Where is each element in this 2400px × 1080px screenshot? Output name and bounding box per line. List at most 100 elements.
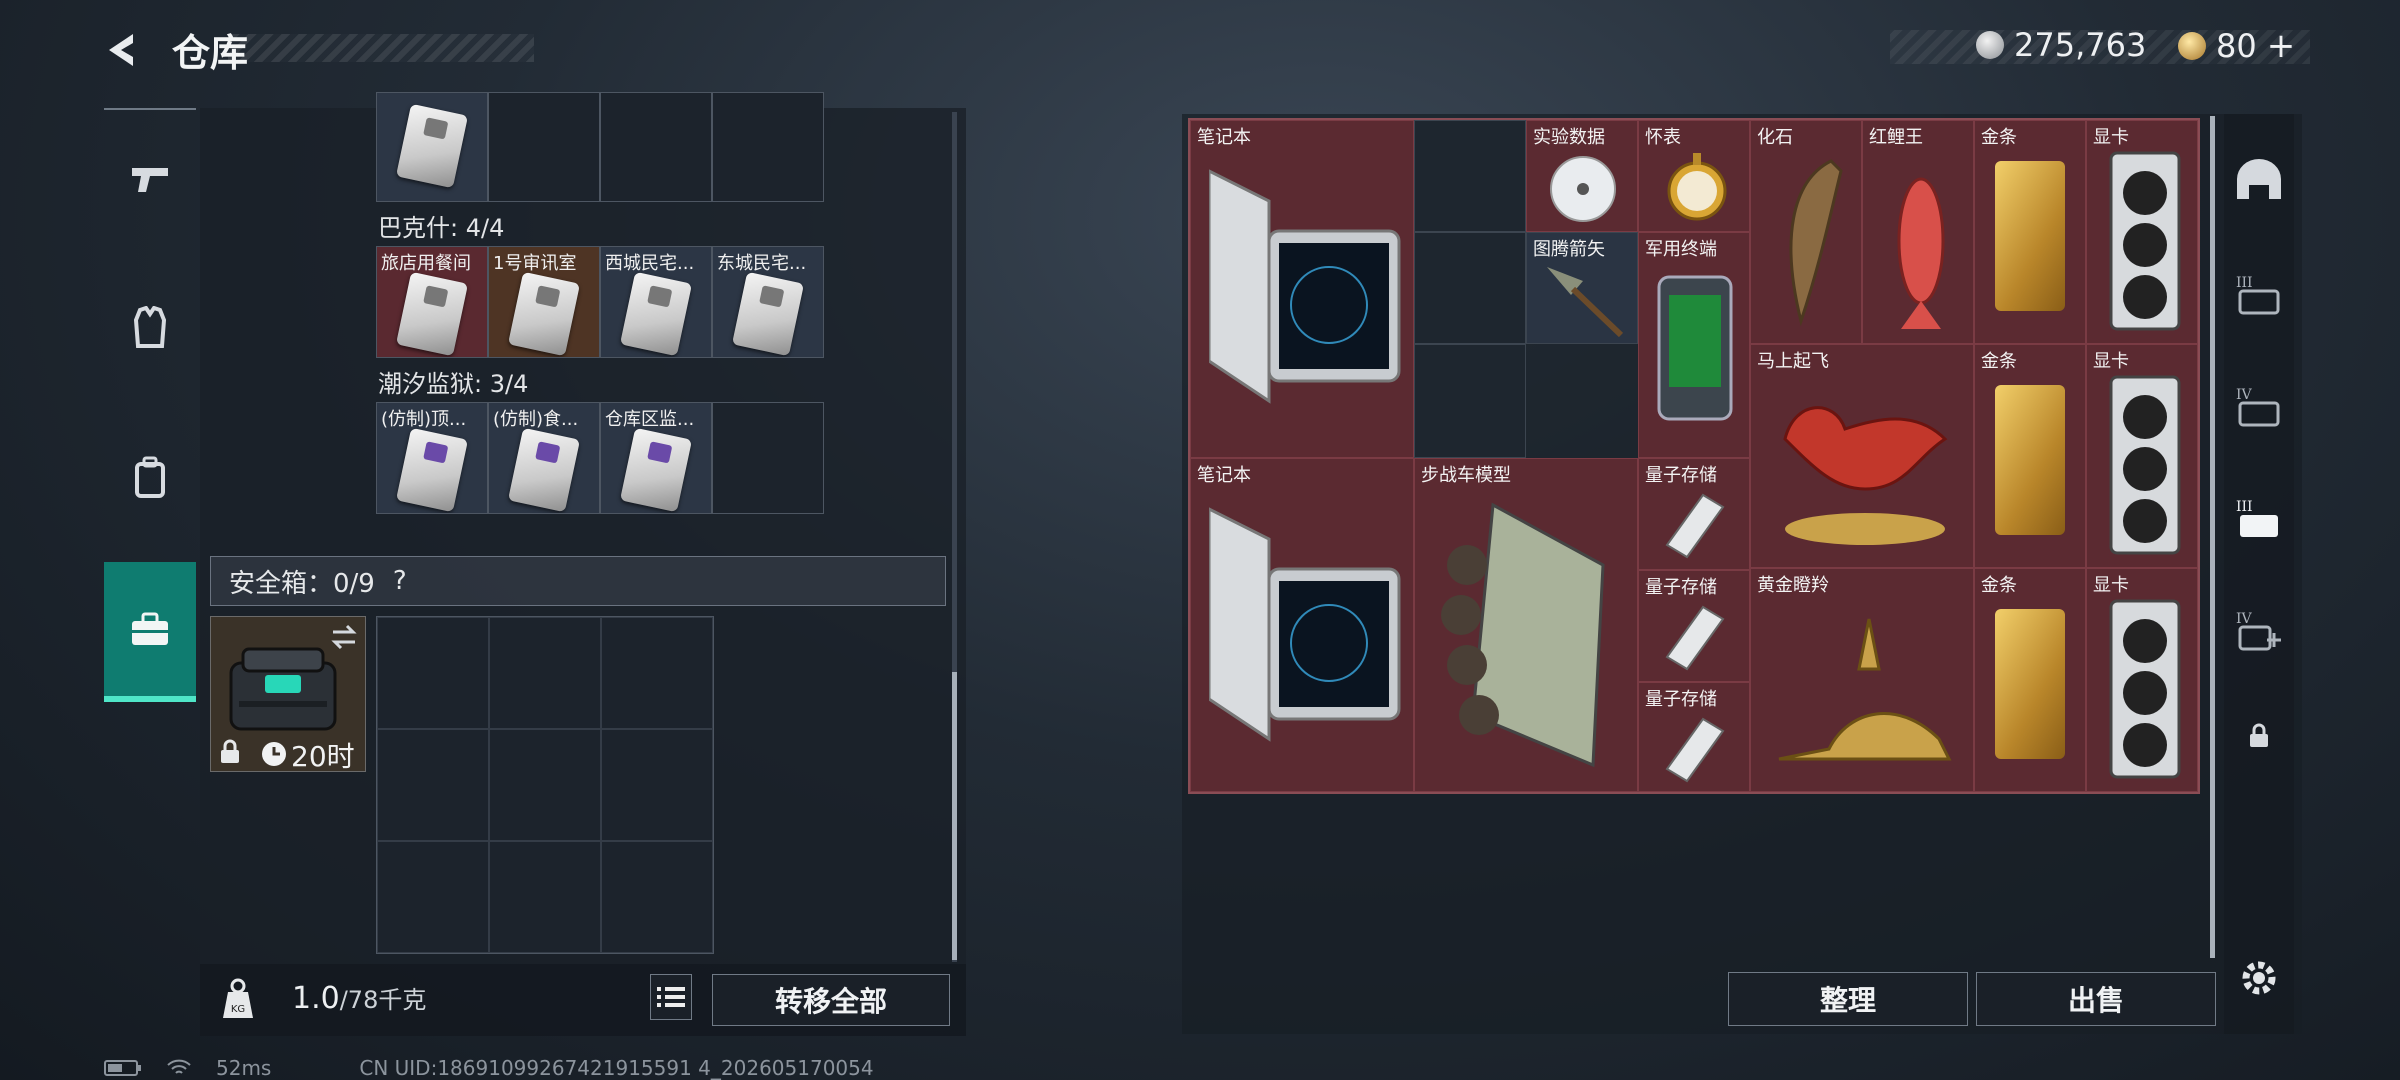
silver-currency: 275,763 — [1976, 26, 2146, 64]
list-view-button[interactable] — [650, 974, 692, 1020]
back-button[interactable] — [98, 26, 148, 74]
keycard-label: (仿制)顶... — [381, 409, 467, 430]
category-tabs — [104, 108, 196, 708]
transfer-all-button[interactable]: 转移全部 — [712, 974, 950, 1026]
claw-fossil-icon — [1789, 159, 1843, 327]
gold-amount: 80 — [2216, 27, 2257, 65]
keycard-slot[interactable]: 东城民宅... — [712, 246, 824, 358]
keycard-slot[interactable]: 1号审讯室 — [488, 246, 600, 358]
item-label: 金条 — [1981, 351, 2017, 372]
back-arrow-icon — [109, 34, 133, 66]
item-fossil[interactable]: 化石 — [1750, 120, 1862, 344]
tier3-case-button[interactable]: III — [2224, 238, 2294, 350]
item-label: 显卡 — [2093, 575, 2129, 596]
safebox-capacity: 安全箱：0/9 — [229, 568, 375, 599]
tab-backpack[interactable] — [104, 408, 196, 548]
lock-icon — [221, 739, 239, 763]
status-bar: 52ms CN UID:18691099267421915591 4_20260… — [104, 1056, 874, 1080]
safebox-grid[interactable] — [376, 616, 714, 954]
item-gold-bar[interactable]: 金条 — [1974, 344, 2086, 568]
swap-icon[interactable] — [329, 623, 359, 651]
keycard-label: 西城民宅... — [605, 253, 695, 274]
empty-slot[interactable] — [1414, 344, 1526, 458]
keycard-slot[interactable]: 西城民宅... — [600, 246, 712, 358]
item-pocket-watch[interactable]: 怀表 — [1638, 120, 1750, 232]
keycard-slot[interactable]: 仓库区监... — [600, 402, 712, 514]
tab-weapons[interactable] — [104, 108, 196, 248]
item-notebook[interactable]: 笔记本 — [1190, 458, 1414, 792]
keycard-slot[interactable]: (仿制)食... — [488, 402, 600, 514]
gold-add-icon[interactable]: + — [2267, 26, 2296, 66]
safebox-timer: 20时 — [291, 740, 355, 773]
keycard-icon — [395, 427, 469, 513]
tab-safebox[interactable] — [104, 562, 196, 702]
safebox-case-icon — [229, 647, 337, 731]
keycard-label: 1号审讯室 — [493, 253, 577, 274]
item-quantum-storage[interactable]: 量子存储 — [1638, 458, 1750, 570]
safebox-container[interactable]: 20时 — [210, 616, 366, 773]
inventory-scrollbar[interactable] — [2210, 116, 2215, 958]
empty-slot[interactable] — [600, 92, 712, 202]
item-experiment-data[interactable]: 实验数据 — [1526, 120, 1638, 232]
item-graphics-card[interactable]: 显卡 — [2086, 344, 2198, 568]
item-quantum-storage[interactable]: 量子存储 — [1638, 570, 1750, 682]
item-notebook[interactable]: 笔记本 — [1190, 120, 1414, 458]
tier4-case-add-icon: IV — [2236, 611, 2281, 651]
item-label: 步战车模型 — [1421, 465, 1511, 486]
tier4-case-add-button[interactable]: IV — [2224, 574, 2294, 686]
empty-slot[interactable] — [1414, 232, 1526, 344]
keycard-icon — [731, 271, 805, 357]
golden-deer-icon — [1778, 618, 1952, 761]
stash-scrollbar-thumb[interactable] — [952, 672, 957, 960]
item-graphics-card[interactable]: 显卡 — [2086, 568, 2198, 792]
keycard-slot[interactable]: (仿制)顶... — [376, 402, 488, 514]
item-graphics-card[interactable]: 显卡 — [2086, 120, 2198, 344]
sort-button[interactable]: 整理 — [1728, 972, 1968, 1026]
item-gold-bar[interactable]: 金条 — [1974, 120, 2086, 344]
item-red-carp[interactable]: 红鲤王 — [1862, 120, 1974, 344]
disc-icon — [1550, 156, 1616, 222]
user-uid: CN UID:18691099267421915591 4_2026051700… — [359, 1056, 874, 1080]
item-label: 量子存储 — [1645, 577, 1717, 598]
tab-armor[interactable] — [104, 258, 196, 398]
empty-slot[interactable] — [488, 92, 600, 202]
keycard-icon — [507, 427, 581, 513]
item-horse-statue[interactable]: 马上起飞 — [1750, 344, 1974, 568]
clock-icon — [262, 742, 286, 766]
item-label: 量子存储 — [1645, 465, 1717, 486]
safebox-help-icon[interactable]: ? — [393, 566, 407, 596]
empty-slot[interactable] — [712, 92, 824, 202]
laptop-case-icon — [1209, 507, 1401, 742]
gold-currency[interactable]: 80 + — [2178, 26, 2295, 66]
sell-button[interactable]: 出售 — [1976, 972, 2216, 1026]
item-golden-gazelle[interactable]: 黄金瞪羚 — [1750, 568, 1974, 792]
item-ifv-model[interactable]: 步战车模型 — [1414, 458, 1638, 792]
svg-text:III: III — [2236, 275, 2253, 291]
tier3-case-active-button[interactable]: III — [2224, 462, 2294, 574]
list-icon — [657, 987, 685, 1007]
armor-vest-icon — [133, 306, 167, 348]
usb-drive-icon — [1665, 605, 1725, 671]
item-label: 笔记本 — [1197, 465, 1251, 486]
keycard-label: (仿制)食... — [493, 409, 579, 430]
settings-button[interactable] — [2224, 922, 2294, 1034]
backpack-icon — [135, 456, 165, 498]
svg-text:IV: IV — [2236, 387, 2253, 403]
item-totem-arrow[interactable]: 图腾箭矢 — [1526, 232, 1638, 344]
usb-drive-icon — [1665, 717, 1725, 783]
empty-slot[interactable] — [712, 402, 824, 514]
keycard-slot[interactable]: 旅店用餐间 — [376, 246, 488, 358]
helmet-slot-button[interactable] — [2224, 124, 2294, 236]
item-label: 化石 — [1757, 127, 1793, 148]
keycard-row-prison: (仿制)顶... (仿制)食... 仓库区监... — [376, 402, 824, 514]
item-military-terminal[interactable]: 军用终端 — [1638, 232, 1750, 458]
pocket-watch-icon — [1667, 153, 1727, 221]
gpu-icon — [2109, 599, 2181, 779]
item-gold-bar[interactable]: 金条 — [1974, 568, 2086, 792]
tier4-case-button[interactable]: IV — [2224, 350, 2294, 462]
keycard-slot[interactable] — [376, 92, 488, 202]
item-quantum-storage[interactable]: 量子存储 — [1638, 682, 1750, 792]
tier3-case-icon: III — [2236, 275, 2280, 315]
empty-slot[interactable] — [1414, 120, 1526, 232]
item-label: 量子存储 — [1645, 689, 1717, 710]
